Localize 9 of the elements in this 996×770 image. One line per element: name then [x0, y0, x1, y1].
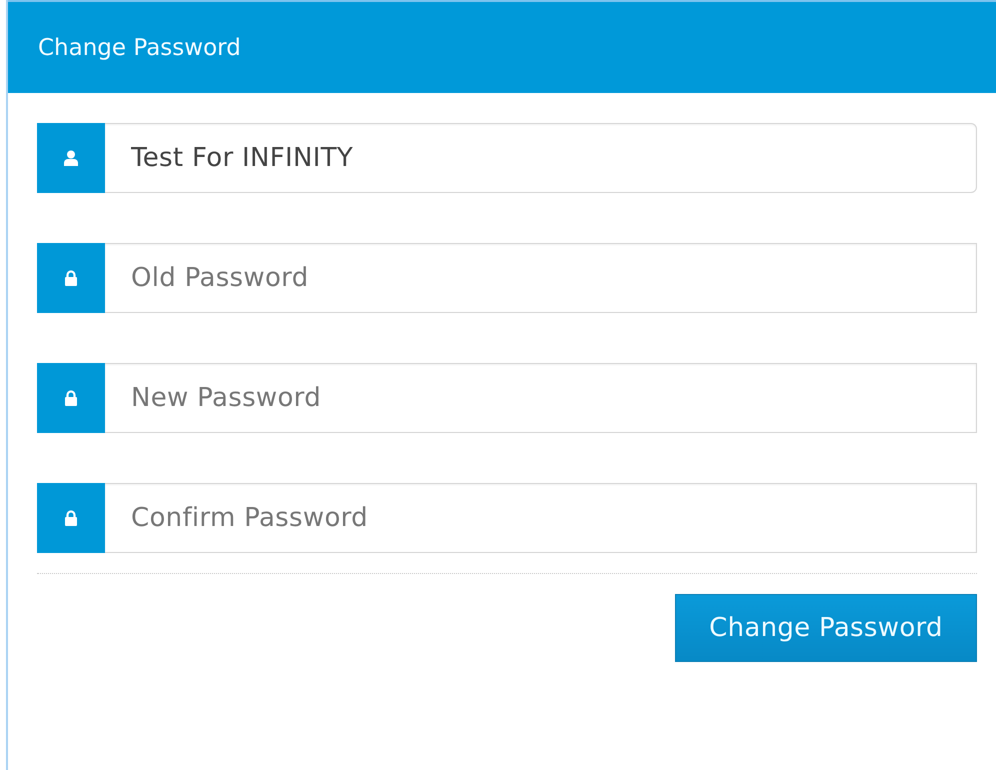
lock-icon: [64, 270, 78, 286]
lock-icon: [64, 390, 78, 406]
panel-title: Change Password: [38, 34, 241, 60]
password-field[interactable]: Old Password: [105, 243, 977, 313]
username-field[interactable]: Test For INFINITY: [105, 123, 977, 193]
password-field[interactable]: New Password: [105, 363, 977, 433]
password-field[interactable]: Confirm Password: [105, 483, 977, 553]
lock-icon: [64, 510, 78, 526]
user-icon: [63, 150, 79, 166]
